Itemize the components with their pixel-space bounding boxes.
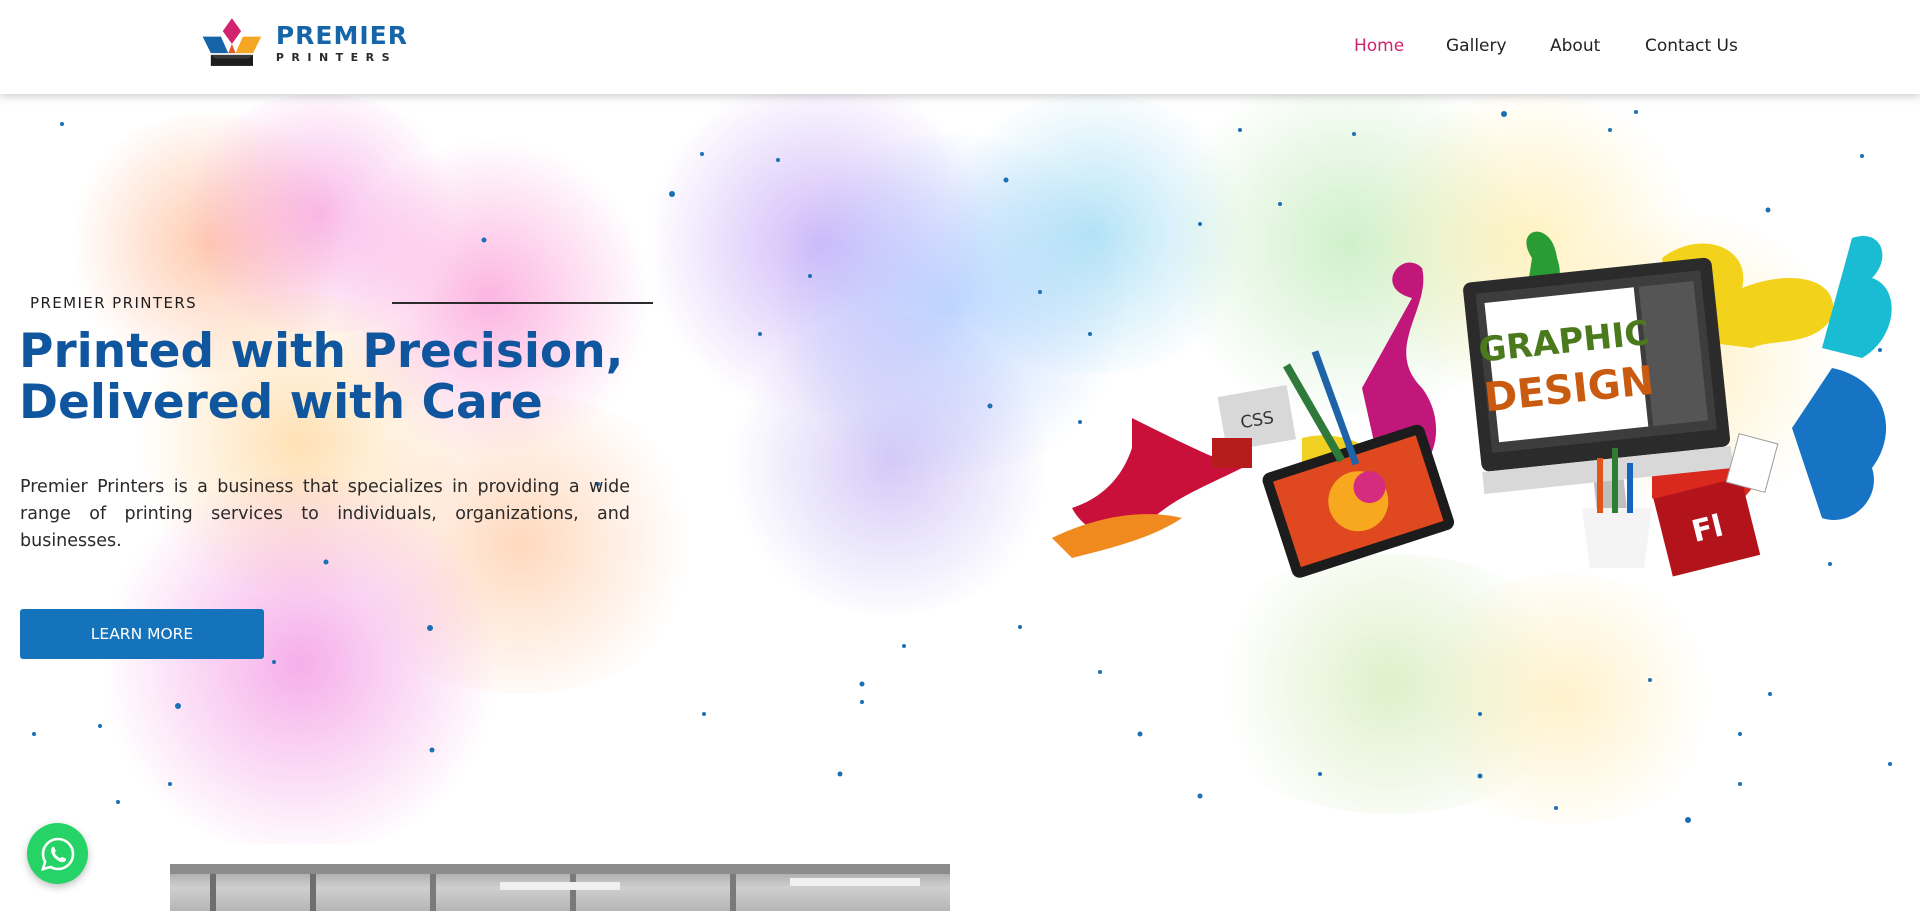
nav-about-link[interactable]: About (1550, 36, 1600, 56)
nav-home-link[interactable]: Home (1354, 36, 1404, 56)
headline-line-1: Printed with Precision, (19, 324, 624, 379)
site-header: PREMIER PRINTERS Home Gallery About Cont… (0, 0, 1920, 94)
nav-gallery-link[interactable]: Gallery (1446, 36, 1507, 56)
hero-description: Premier Printers is a business that spec… (20, 477, 630, 551)
logo[interactable]: PREMIER PRINTERS (198, 14, 408, 72)
whatsapp-icon (40, 837, 74, 871)
eyebrow-divider (392, 302, 653, 304)
nav-contact-link[interactable]: Contact Us (1645, 36, 1738, 56)
logo-word-printers: PRINTERS (275, 51, 398, 64)
hero-eyebrow: PREMIER PRINTERS (30, 294, 198, 312)
factory-image-preview (170, 864, 950, 911)
logo-text: PREMIER PRINTERS (276, 23, 408, 63)
logo-word-premier: PREMIER (275, 21, 408, 50)
learn-more-button[interactable]: LEARN MORE (20, 609, 264, 659)
crown-printer-logo-icon (202, 18, 262, 66)
hero-headline: Printed with Precision, Delivered with C… (19, 326, 709, 428)
graphic-design-illustration: GRAPHIC DESIGN CSS Fl (1052, 231, 1892, 578)
whatsapp-button[interactable] (27, 823, 88, 884)
headline-line-2: Delivered with Care (19, 375, 543, 430)
